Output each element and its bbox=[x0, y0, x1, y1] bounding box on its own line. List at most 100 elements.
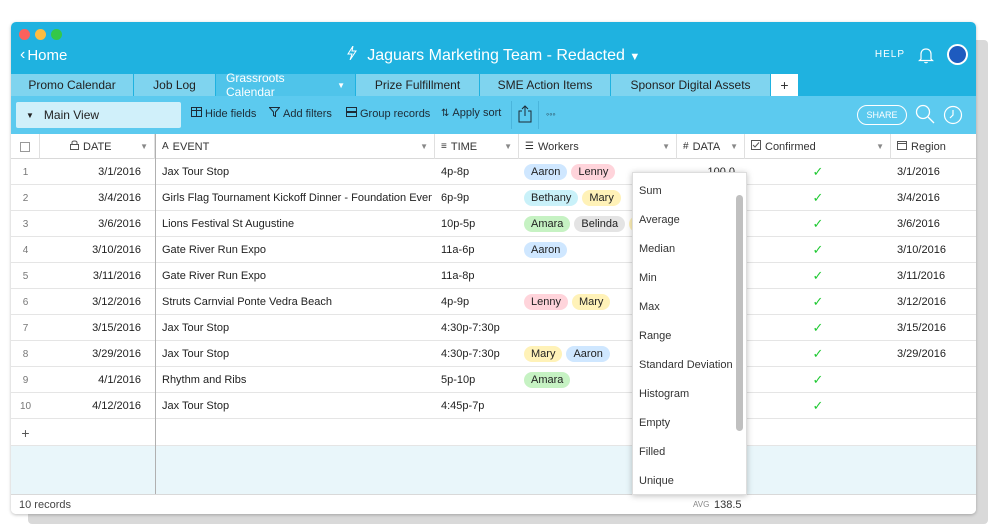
region-cell[interactable] bbox=[897, 367, 976, 393]
minimize-window-button[interactable] bbox=[35, 29, 46, 40]
region-cell[interactable]: 3/11/2016 bbox=[897, 263, 976, 289]
caret-down-icon[interactable]: ▼ bbox=[662, 142, 670, 151]
share-button[interactable]: SHARE bbox=[857, 105, 907, 125]
confirmed-checkmark[interactable]: ✓ bbox=[745, 237, 891, 263]
summary-option[interactable]: Empty bbox=[639, 417, 670, 429]
region-cell[interactable]: 3/10/2016 bbox=[897, 237, 976, 263]
confirmed-checkmark[interactable]: ✓ bbox=[745, 315, 891, 341]
caret-down-icon[interactable]: ▼ bbox=[504, 142, 512, 151]
date-cell[interactable]: 3/10/2016 bbox=[40, 237, 155, 263]
date-cell[interactable]: 3/11/2016 bbox=[40, 263, 155, 289]
frozen-column-divider[interactable] bbox=[155, 134, 156, 496]
caret-down-icon[interactable]: ▼ bbox=[876, 142, 884, 151]
region-cell[interactable]: 3/4/2016 bbox=[897, 185, 976, 211]
help-link[interactable]: HELP bbox=[875, 49, 905, 60]
add-table-button[interactable]: + bbox=[771, 74, 799, 96]
confirmed-checkmark[interactable]: ✓ bbox=[745, 159, 891, 185]
summary-option[interactable]: Filled bbox=[639, 446, 665, 458]
close-window-button[interactable] bbox=[19, 29, 30, 40]
home-link[interactable]: ‹ Home bbox=[20, 46, 67, 64]
select-all-checkbox[interactable] bbox=[11, 134, 40, 159]
summary-option[interactable]: Sum bbox=[639, 185, 662, 197]
add-filters-button[interactable]: Add filters bbox=[268, 107, 332, 120]
caret-down-icon[interactable]: ▼ bbox=[730, 142, 738, 151]
summary-option[interactable]: Median bbox=[639, 243, 675, 255]
confirmed-checkmark[interactable]: ✓ bbox=[745, 393, 891, 419]
time-cell[interactable]: 4:30p-7:30p bbox=[441, 315, 519, 341]
avatar[interactable] bbox=[947, 44, 968, 65]
search-icon[interactable] bbox=[915, 104, 935, 127]
summary-option[interactable]: Range bbox=[639, 330, 671, 342]
date-cell[interactable]: 4/1/2016 bbox=[40, 367, 155, 393]
view-switcher[interactable]: ▼ Main View bbox=[16, 102, 181, 128]
confirmed-checkmark[interactable]: ✓ bbox=[745, 289, 891, 315]
date-cell[interactable]: 3/29/2016 bbox=[40, 341, 155, 367]
history-icon[interactable] bbox=[943, 105, 963, 128]
time-cell[interactable]: 6p-9p bbox=[441, 185, 519, 211]
confirmed-checkmark[interactable]: ✓ bbox=[745, 367, 891, 393]
date-cell[interactable]: 3/4/2016 bbox=[40, 185, 155, 211]
tab-promo-calendar[interactable]: Promo Calendar bbox=[11, 74, 134, 96]
column-header-region[interactable]: Region bbox=[891, 134, 976, 159]
time-cell[interactable]: 10p-5p bbox=[441, 211, 519, 237]
date-cell[interactable]: 3/1/2016 bbox=[40, 159, 155, 185]
time-cell[interactable]: 4:45p-7p bbox=[441, 393, 519, 419]
confirmed-checkmark[interactable]: ✓ bbox=[745, 263, 891, 289]
base-title[interactable]: Jaguars Marketing Team - Redacted bbox=[367, 47, 625, 64]
tab-grassroots-calendar[interactable]: Grassroots Calendar ▼ bbox=[216, 71, 356, 99]
event-cell[interactable]: Jax Tour Stop bbox=[162, 341, 432, 367]
column-header-confirmed[interactable]: Confirmed ▼ bbox=[745, 134, 891, 159]
confirmed-checkmark[interactable]: ✓ bbox=[745, 341, 891, 367]
date-cell[interactable]: 3/6/2016 bbox=[40, 211, 155, 237]
apply-sort-button[interactable]: ⇅ Apply sort bbox=[441, 107, 501, 119]
column-header-date[interactable]: DATE ▼ bbox=[40, 134, 155, 159]
hide-fields-button[interactable]: Hide fields bbox=[191, 107, 256, 120]
summary-option[interactable]: Histogram bbox=[639, 388, 689, 400]
column-header-time[interactable]: ≡ TIME ▼ bbox=[435, 134, 519, 159]
time-cell[interactable]: 11a-8p bbox=[441, 263, 519, 289]
column-header-workers[interactable]: ☰ Workers ▼ bbox=[519, 134, 677, 159]
share-export-icon[interactable] bbox=[518, 105, 532, 126]
event-cell[interactable]: Gate River Run Expo bbox=[162, 263, 432, 289]
tab-sme-action-items[interactable]: SME Action Items bbox=[480, 74, 611, 96]
date-cell[interactable]: 3/15/2016 bbox=[40, 315, 155, 341]
date-cell[interactable]: 3/12/2016 bbox=[40, 289, 155, 315]
event-cell[interactable]: Girls Flag Tournament Kickoff Dinner - F… bbox=[162, 185, 432, 211]
column-header-event[interactable]: A EVENT ▼ bbox=[156, 134, 435, 159]
region-cell[interactable] bbox=[897, 393, 976, 419]
summary-option[interactable]: Unique bbox=[639, 475, 674, 487]
time-cell[interactable]: 4p-9p bbox=[441, 289, 519, 315]
event-cell[interactable]: Struts Carnvial Ponte Vedra Beach bbox=[162, 289, 432, 315]
tab-sponsor-digital-assets[interactable]: Sponsor Digital Assets bbox=[611, 74, 771, 96]
event-cell[interactable]: Gate River Run Expo bbox=[162, 237, 432, 263]
column-header-data[interactable]: # DATA ▼ bbox=[677, 134, 745, 159]
event-cell[interactable]: Rhythm and Ribs bbox=[162, 367, 432, 393]
aggregate-label[interactable]: AVG bbox=[693, 500, 709, 509]
region-cell[interactable]: 3/1/2016 bbox=[897, 159, 976, 185]
time-cell[interactable]: 4p-8p bbox=[441, 159, 519, 185]
date-cell[interactable]: 4/12/2016 bbox=[40, 393, 155, 419]
chevron-down-icon[interactable]: ▼ bbox=[337, 81, 345, 90]
region-cell[interactable]: 3/12/2016 bbox=[897, 289, 976, 315]
time-cell[interactable]: 5p-10p bbox=[441, 367, 519, 393]
time-cell[interactable]: 4:30p-7:30p bbox=[441, 341, 519, 367]
bell-icon[interactable] bbox=[917, 46, 935, 64]
confirmed-checkmark[interactable]: ✓ bbox=[745, 185, 891, 211]
summary-option[interactable]: Average bbox=[639, 214, 680, 226]
region-cell[interactable]: 3/6/2016 bbox=[897, 211, 976, 237]
summary-option[interactable]: Min bbox=[639, 272, 657, 284]
summary-option[interactable]: Max bbox=[639, 301, 660, 313]
region-cell[interactable]: 3/29/2016 bbox=[897, 341, 976, 367]
group-records-button[interactable]: Group records bbox=[346, 107, 430, 120]
tab-job-log[interactable]: Job Log bbox=[134, 74, 216, 96]
tab-prize-fulfillment[interactable]: Prize Fulfillment bbox=[356, 74, 480, 96]
event-cell[interactable]: Jax Tour Stop bbox=[162, 393, 432, 419]
event-cell[interactable]: Jax Tour Stop bbox=[162, 315, 432, 341]
summary-option[interactable]: Standard Deviation bbox=[639, 359, 733, 371]
aggregate-value[interactable]: 138.5 bbox=[714, 499, 742, 511]
caret-down-icon[interactable]: ▼ bbox=[420, 142, 428, 151]
chevron-down-icon[interactable]: ▼ bbox=[629, 51, 640, 63]
caret-down-icon[interactable]: ▼ bbox=[140, 142, 148, 151]
confirmed-checkmark[interactable]: ✓ bbox=[745, 211, 891, 237]
more-options-button[interactable]: ◦◦◦ bbox=[546, 109, 556, 119]
